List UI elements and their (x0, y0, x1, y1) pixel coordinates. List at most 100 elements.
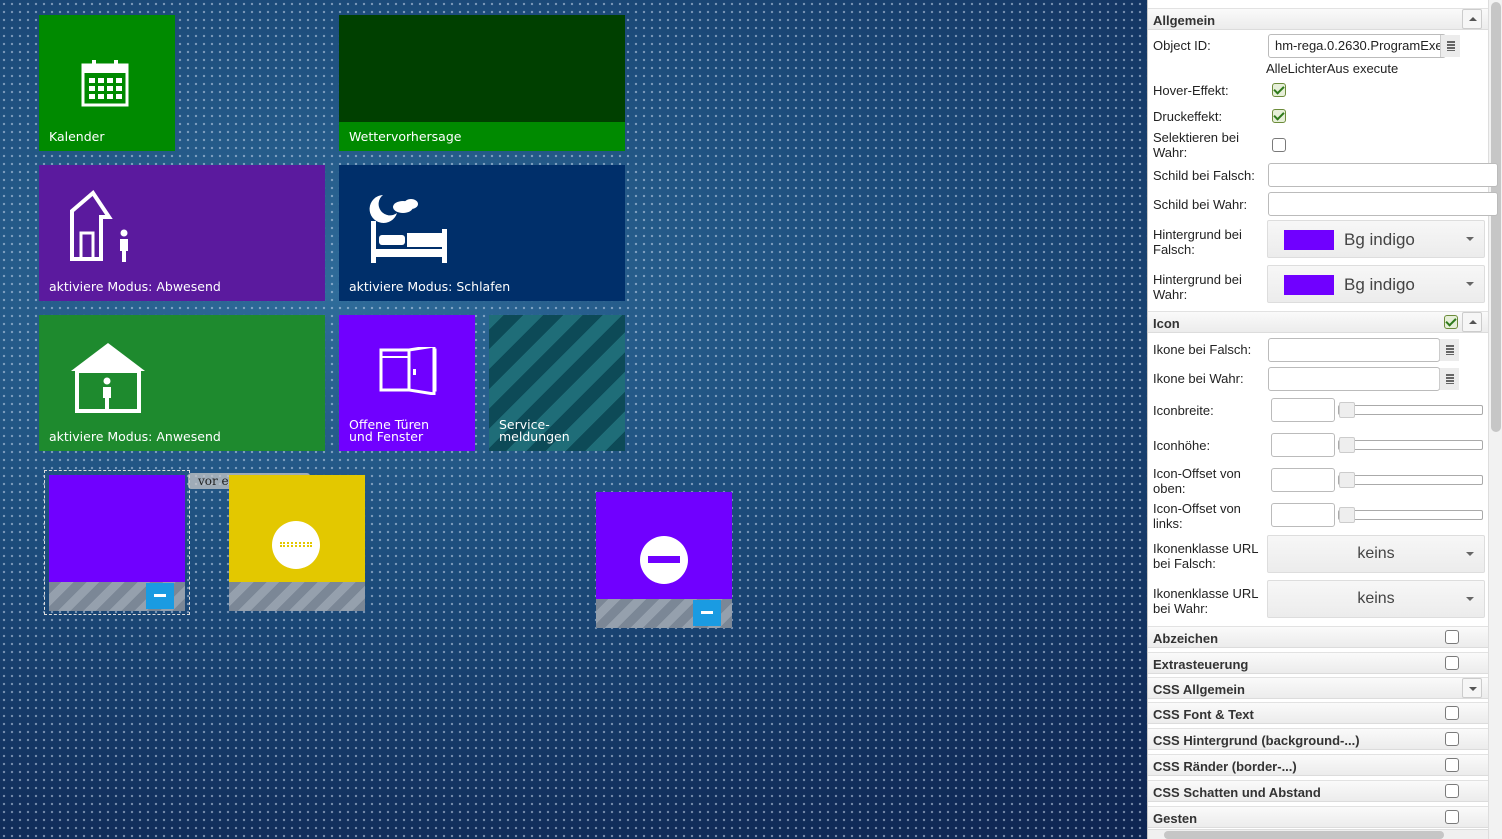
scrollbar-thumb[interactable] (1491, 2, 1501, 432)
ikonenklasse-wahr-select[interactable]: keins (1267, 580, 1485, 618)
label-line: Ikonenklasse URL (1153, 541, 1259, 556)
bed-moon-icon (369, 195, 447, 263)
panel-scrollbar[interactable] (1488, 0, 1502, 839)
ikone-wahr-browse-button[interactable] (1439, 368, 1459, 390)
schild-wahr-input[interactable] (1268, 192, 1498, 216)
section-title: Allgemein (1153, 13, 1216, 28)
field-label: Iconhöhe: (1153, 438, 1211, 453)
label-line: Icon-Offset von (1153, 466, 1241, 481)
chevron-down-icon (1466, 552, 1474, 556)
slider-handle[interactable] (1339, 507, 1355, 523)
horizontal-scrollbar[interactable] (1148, 829, 1488, 839)
offset-oben-input[interactable] (1271, 468, 1335, 492)
section-title: CSS Allgemein (1153, 682, 1245, 697)
label-line: Selektieren bei (1153, 130, 1239, 145)
section-checkbox[interactable] (1445, 732, 1459, 746)
slider-handle[interactable] (1339, 402, 1355, 418)
ikonenklasse-falsch-select[interactable]: keins (1267, 535, 1485, 573)
execute-minus-button[interactable] (693, 600, 721, 626)
druckeffekt-checkbox[interactable] (1272, 109, 1286, 123)
tile-offene-tueren[interactable]: Offene Türen und Fenster (339, 315, 475, 451)
section-title: CSS Ränder (border-...) (1153, 759, 1297, 774)
section-extrasteuerung[interactable]: Extrasteuerung (1148, 652, 1488, 674)
label-line: Falsch: (1153, 242, 1195, 257)
icon-section-checkbox[interactable] (1444, 315, 1458, 329)
section-title: Abzeichen (1153, 631, 1219, 646)
section-title: CSS Schatten und Abstand (1153, 785, 1321, 800)
iconhoehe-input[interactable] (1271, 433, 1335, 457)
section-icon[interactable]: Icon (1148, 311, 1488, 333)
label-line: links: (1153, 516, 1183, 531)
house-leave-icon (70, 190, 128, 262)
program-widget-yellow[interactable] (229, 475, 365, 611)
scrollbar-thumb[interactable] (1164, 831, 1444, 839)
section-checkbox[interactable] (1445, 758, 1459, 772)
hover-effekt-checkbox[interactable] (1272, 83, 1286, 97)
label-line: oben: (1153, 481, 1186, 496)
field-label: Ikonenklasse URL bei Wahr: (1153, 586, 1259, 616)
section-checkbox[interactable] (1445, 784, 1459, 798)
color-swatch (1284, 275, 1334, 295)
tile-modus-schlafen[interactable]: aktiviere Modus: Schlafen (339, 165, 625, 301)
widget-footer (229, 582, 365, 611)
tile-servicemeldungen[interactable]: Service-meldungen (489, 315, 625, 451)
iconbreite-slider[interactable] (1338, 402, 1483, 418)
section-css-allgemein[interactable]: CSS Allgemein (1148, 677, 1488, 699)
object-id-browse-button[interactable] (1440, 35, 1460, 57)
section-css-hintergrund[interactable]: CSS Hintergrund (background-...) (1148, 728, 1488, 750)
tile-label: Wettervorhersage (349, 129, 462, 144)
tile-label-line: meldungen (499, 429, 570, 444)
offset-oben-slider[interactable] (1338, 472, 1483, 488)
slider-handle[interactable] (1339, 472, 1355, 488)
collapse-button[interactable] (1462, 9, 1482, 29)
field-label: Hintergrund bei Wahr: (1153, 272, 1242, 302)
section-checkbox[interactable] (1445, 706, 1459, 720)
label-line: Icon-Offset von (1153, 501, 1241, 516)
tile-kalender[interactable]: Kalender (39, 15, 175, 151)
ikone-falsch-input[interactable] (1268, 338, 1440, 362)
section-css-raender[interactable]: CSS Ränder (border-...) (1148, 754, 1488, 776)
iconhoehe-slider[interactable] (1338, 437, 1483, 453)
section-title: CSS Font & Text (1153, 707, 1254, 722)
tile-wettervorhersage[interactable]: Wettervorhersage (339, 15, 625, 151)
ikone-falsch-browse-button[interactable] (1439, 339, 1459, 361)
program-widget-selected[interactable] (49, 475, 185, 611)
field-label: Ikone bei Falsch: (1153, 342, 1252, 357)
schild-falsch-input[interactable] (1268, 163, 1498, 187)
offset-links-input[interactable] (1271, 503, 1335, 527)
section-abzeichen[interactable]: Abzeichen (1148, 626, 1488, 648)
ikone-wahr-input[interactable] (1268, 367, 1440, 391)
tile-label: Offene Türen und Fenster (349, 418, 429, 443)
tile-modus-anwesend[interactable]: aktiviere Modus: Anwesend (39, 315, 325, 451)
section-checkbox[interactable] (1445, 630, 1459, 644)
field-label: Icon-Offset von oben: (1153, 466, 1241, 496)
section-gesten[interactable]: Gesten (1148, 806, 1488, 828)
label-line: Hintergrund bei (1153, 272, 1242, 287)
iconbreite-input[interactable] (1271, 398, 1335, 422)
select-value: Bg indigo (1344, 275, 1415, 294)
section-allgemein[interactable]: Allgemein (1148, 8, 1488, 30)
hintergrund-falsch-select[interactable]: Bg indigo (1267, 220, 1485, 258)
collapse-button[interactable] (1462, 312, 1482, 332)
expand-button[interactable] (1462, 678, 1482, 698)
object-id-input[interactable]: hm-rega.0.2630.ProgramExecute (1268, 34, 1446, 58)
section-css-font[interactable]: CSS Font & Text (1148, 702, 1488, 724)
lights-off-icon (272, 521, 320, 569)
tile-modus-abwesend[interactable]: aktiviere Modus: Abwesend (39, 165, 325, 301)
select-value: keins (1357, 590, 1395, 607)
execute-minus-button[interactable] (146, 583, 174, 609)
selektieren-checkbox[interactable] (1272, 138, 1286, 152)
label-line: Hintergrund bei (1153, 227, 1242, 242)
section-checkbox[interactable] (1445, 810, 1459, 824)
slider-handle[interactable] (1339, 437, 1355, 453)
hintergrund-wahr-select[interactable]: Bg indigo (1267, 265, 1485, 303)
field-label: Icon-Offset von links: (1153, 501, 1241, 531)
offset-links-slider[interactable] (1338, 507, 1483, 523)
field-label: Selektieren bei Wahr: (1153, 130, 1239, 160)
section-checkbox[interactable] (1445, 656, 1459, 670)
section-css-schatten[interactable]: CSS Schatten und Abstand (1148, 780, 1488, 802)
program-widget-right[interactable] (596, 492, 732, 628)
label-line: Wahr: (1153, 287, 1188, 302)
chevron-down-icon (1466, 597, 1474, 601)
section-title: CSS Hintergrund (background-...) (1153, 733, 1360, 748)
